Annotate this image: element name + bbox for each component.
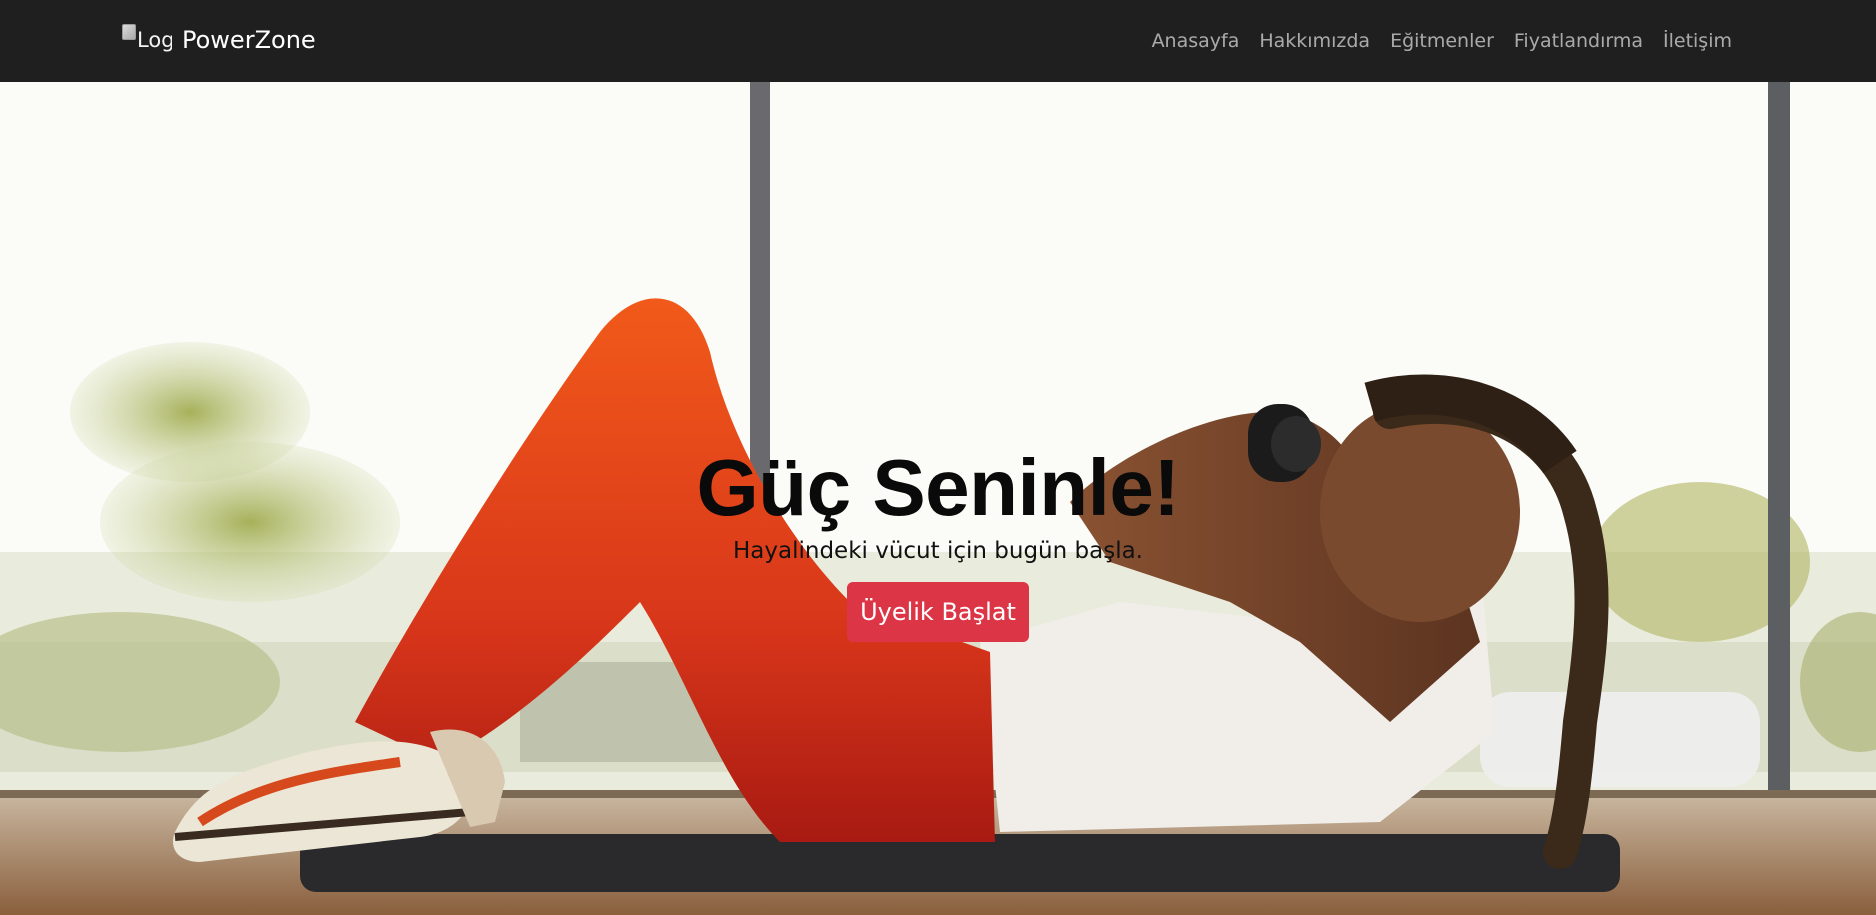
hero-title: Güç Seninle! <box>696 443 1180 532</box>
nav-menu: Anasayfa Hakkımızda Eğitmenler Fiyatland… <box>1152 0 1732 82</box>
hero-section: Güç Seninle! Hayalindeki vücut için bugü… <box>0 82 1876 915</box>
nav-link-fiyatlandirma[interactable]: Fiyatlandırma <box>1514 30 1643 52</box>
logo-image: Logo <box>122 23 172 57</box>
logo-alt-text: Logo <box>137 28 172 52</box>
brand-link[interactable]: Logo PowerZone <box>122 14 316 66</box>
broken-image-icon <box>122 24 136 40</box>
nav-link-hakkimizda[interactable]: Hakkımızda <box>1259 30 1370 52</box>
nav-link-anasayfa[interactable]: Anasayfa <box>1152 30 1240 52</box>
nav-link-iletisim[interactable]: İletişim <box>1663 30 1732 52</box>
brand-name: PowerZone <box>182 26 316 54</box>
top-navbar: Logo PowerZone Anasayfa Hakkımızda Eğitm… <box>0 0 1876 82</box>
nav-link-egitmenler[interactable]: Eğitmenler <box>1390 30 1494 52</box>
start-membership-button[interactable]: Üyelik Başlat <box>847 582 1029 642</box>
hero-content: Güç Seninle! Hayalindeki vücut için bugü… <box>0 442 1876 642</box>
hero-subtitle: Hayalindeki vücut için bugün başla. <box>733 538 1143 564</box>
